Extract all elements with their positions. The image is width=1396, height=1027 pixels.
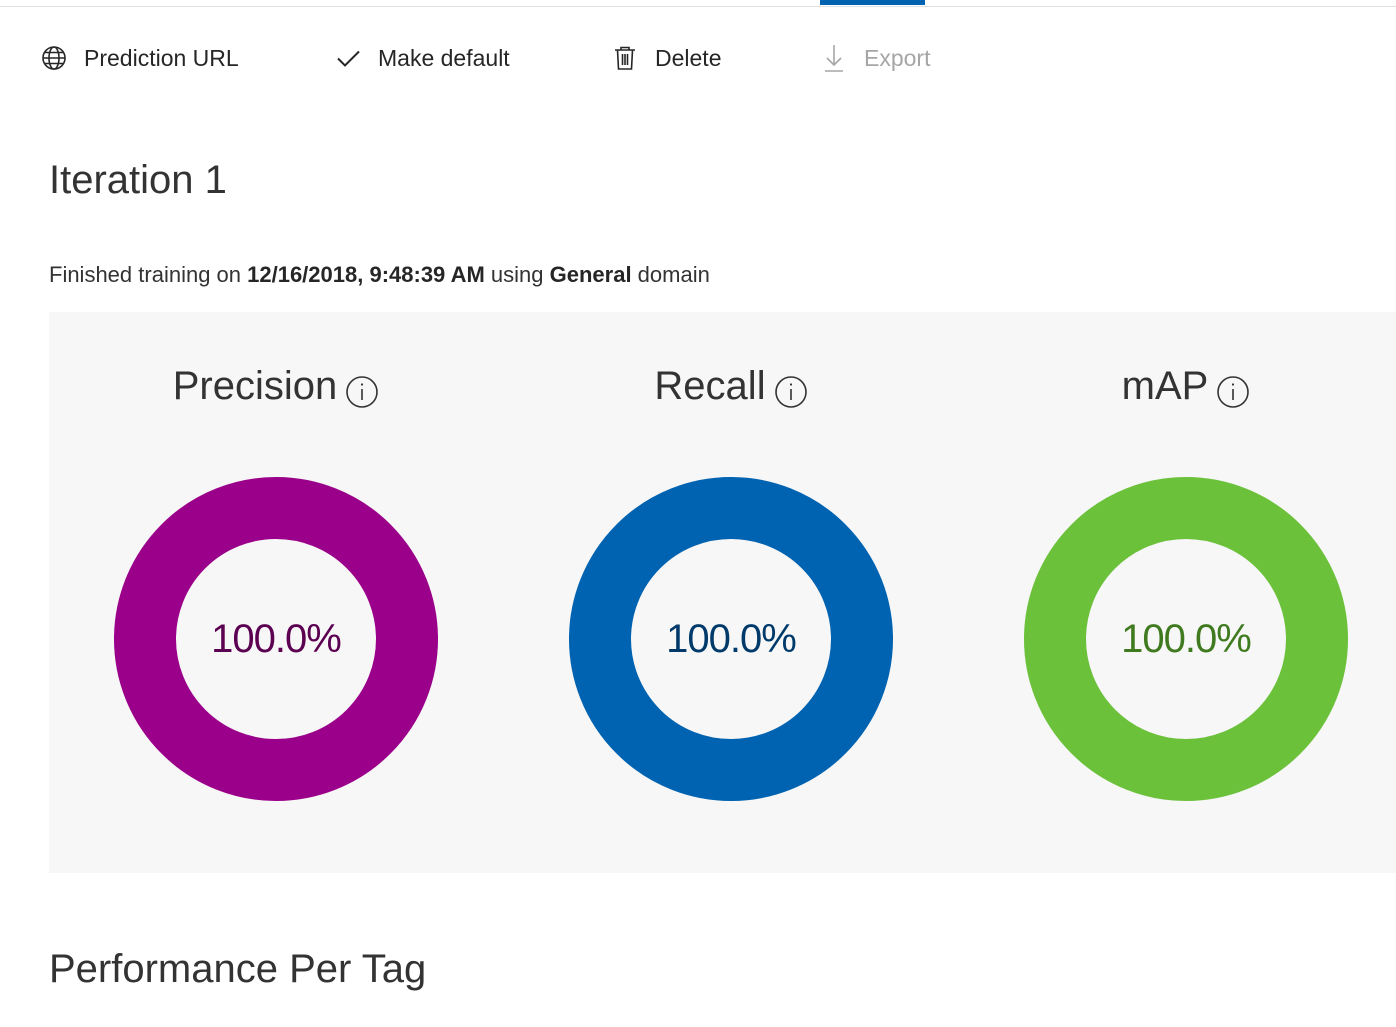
map-header: mAP [1016,364,1356,409]
map-value: 100.0% [1121,617,1252,661]
training-domain: General [549,262,632,287]
training-info-prefix: Finished training on [49,262,248,287]
recall-label: Recall [654,364,766,408]
recall-metric: Recall 100.0% [561,312,901,873]
metrics-panel: Precision 100.0% Recall 100.0% mAP 100.0… [49,312,1396,873]
prediction-url-button[interactable]: Prediction URL [40,38,239,78]
recall-value: 100.0% [666,617,797,661]
trash-icon [611,44,639,72]
make-default-button[interactable]: Make default [334,38,510,78]
delete-label: Delete [655,44,722,71]
map-info-icon[interactable] [1216,375,1250,409]
export-button[interactable]: Export [820,38,930,78]
make-default-label: Make default [378,44,510,71]
iteration-page: Prediction URL Make default Delete Expor… [0,0,1396,1027]
map-label: mAP [1121,364,1209,408]
active-tab-indicator [820,0,925,5]
precision-header: Precision [106,364,446,409]
delete-button[interactable]: Delete [611,38,721,78]
top-divider [0,6,1396,7]
checkmark-icon [334,44,362,72]
precision-label: Precision [172,364,338,408]
precision-value: 100.0% [211,617,342,661]
training-info: Finished training on 12/16/2018, 9:48:39… [49,262,710,288]
download-icon [820,44,848,72]
map-metric: mAP 100.0% [1016,312,1356,873]
training-info-mid: using [484,262,550,287]
iteration-title: Iteration 1 [49,158,227,202]
training-date: 12/16/2018, 9:48:39 AM [247,262,485,287]
precision-metric: Precision 100.0% [106,312,446,873]
recall-header: Recall [561,364,901,409]
performance-per-tag-heading: Performance Per Tag [49,947,427,991]
globe-icon [40,44,68,72]
precision-info-icon[interactable] [345,375,379,409]
recall-info-icon[interactable] [774,375,808,409]
command-bar: Prediction URL Make default Delete Expor… [0,38,1000,78]
export-label: Export [864,44,931,71]
prediction-url-label: Prediction URL [84,44,239,71]
training-info-suffix: domain [631,262,710,287]
